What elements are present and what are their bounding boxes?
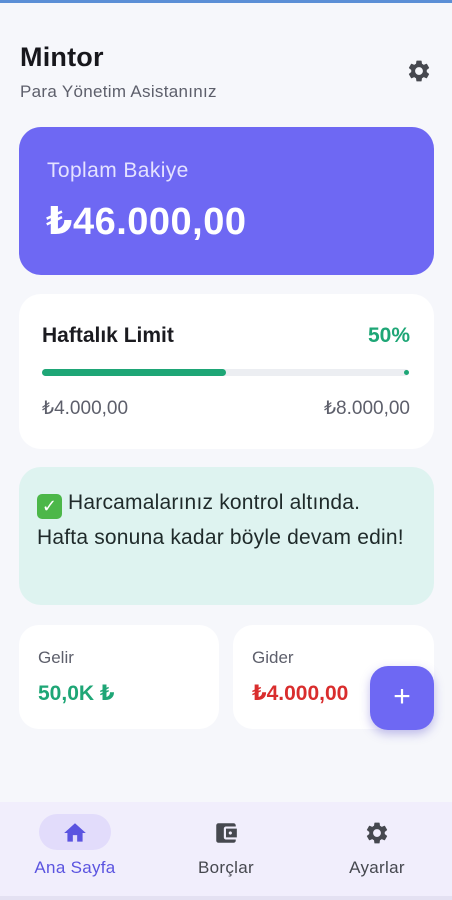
app-header: Mintor Para Yönetim Asistanınız (20, 42, 432, 106)
weekly-limit-percent: 50% (367, 324, 410, 347)
weekly-limit-progress-fill (42, 369, 226, 376)
system-gesture-bar (0, 896, 452, 900)
weekly-limit-total: ₺8.000,00 (323, 398, 410, 419)
nav-label-settings: Ayarlar (349, 858, 405, 877)
info-message-text: Harcamalarınız kontrol altında. Hafta so… (37, 491, 404, 549)
weekly-limit-progress-bar (42, 369, 409, 376)
progress-end-dot (404, 370, 409, 375)
plus-icon: + (393, 680, 411, 713)
info-message-card: ✓ Harcamalarınız kontrol altında. Hafta s… (19, 467, 434, 605)
nav-item-settings[interactable]: Ayarlar (302, 802, 452, 900)
weekly-limit-title: Haftalık Limit (42, 324, 174, 347)
balance-label: Toplam Bakiye (47, 159, 189, 182)
bottom-navigation: Ana Sayfa Borçlar Ayarlar (0, 802, 452, 900)
balance-card: Toplam Bakiye ₺46.000,00 (19, 127, 434, 275)
app-subtitle: Para Yönetim Asistanınız (20, 82, 217, 101)
balance-value: ₺46.000,00 (46, 201, 247, 243)
info-message: ✓ Harcamalarınız kontrol altında. Hafta s… (37, 485, 417, 555)
nav-label-home: Ana Sayfa (34, 858, 116, 877)
top-status-line (0, 0, 452, 3)
gear-icon[interactable] (406, 58, 432, 84)
income-label: Gelir (38, 648, 74, 667)
home-icon (62, 820, 88, 846)
app-title: Mintor (20, 42, 104, 72)
add-transaction-button[interactable]: + (370, 666, 434, 730)
wallet-icon (213, 820, 239, 846)
expense-label: Gider (252, 648, 294, 667)
gear-icon (364, 820, 390, 846)
income-card[interactable]: Gelir 50,0K ₺ (19, 625, 219, 729)
expense-value: ₺4.000,00 (252, 682, 349, 705)
check-icon: ✓ (37, 494, 62, 519)
nav-item-home[interactable]: Ana Sayfa (0, 802, 150, 900)
income-value: 50,0K ₺ (38, 682, 115, 705)
weekly-limit-card: Haftalık Limit 50% ₺4.000,00 ₺8.000,00 (19, 294, 434, 449)
nav-label-debts: Borçlar (198, 858, 254, 877)
weekly-limit-spent: ₺4.000,00 (42, 398, 129, 419)
nav-item-debts[interactable]: Borçlar (151, 802, 301, 900)
